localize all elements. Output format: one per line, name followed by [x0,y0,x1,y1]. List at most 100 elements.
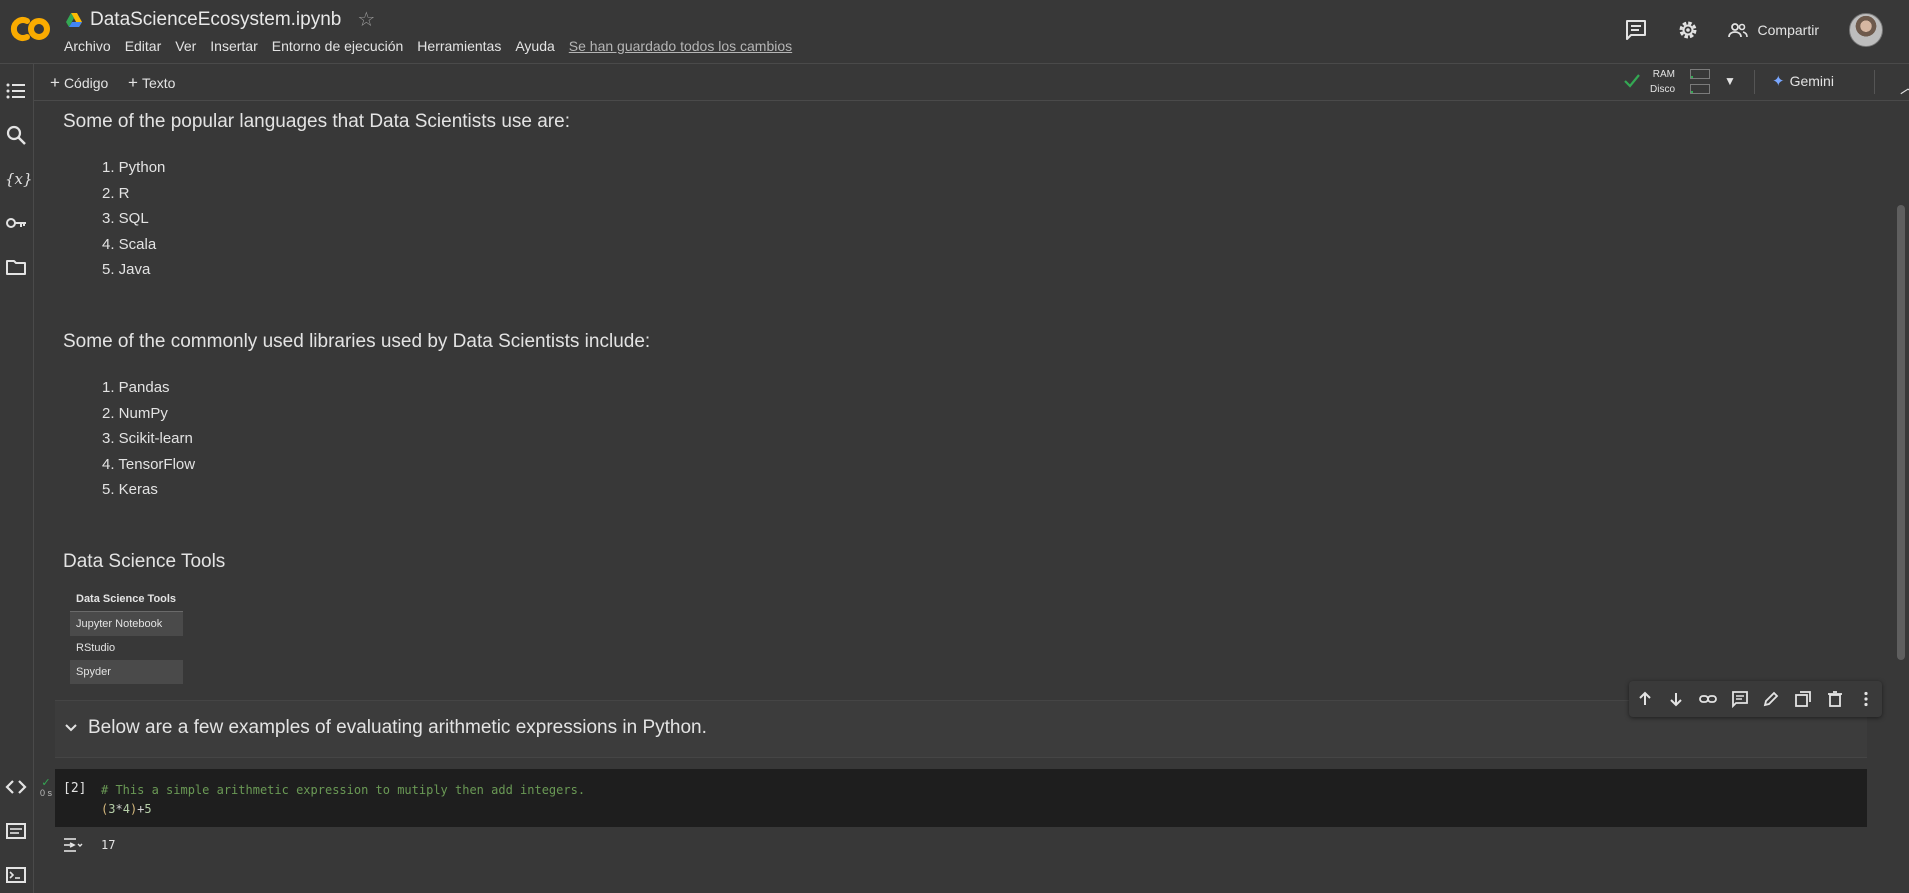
link-icon[interactable] [1699,690,1717,708]
ram-usage-bar [1690,69,1710,79]
table-row: Spyder [70,660,183,684]
collapse-header-chevron-up-icon[interactable]: ︿ [1900,74,1909,98]
star-icon[interactable]: ☆ [357,10,375,30]
list-item: 1. Python [102,159,166,176]
data-science-tools-table: Data Science Tools Jupyter Notebook RStu… [70,587,183,684]
notebook-title[interactable]: DataScienceEcosystem.ipynb [90,9,341,31]
table-row: Jupyter Notebook [70,611,183,636]
code-token: 5 [144,802,152,816]
list-item: 5. Java [102,261,151,279]
table-header-cell: Data Science Tools [70,587,183,612]
table-of-contents-icon[interactable] [5,80,27,102]
gemini-button[interactable]: ✦ Gemini [1772,72,1834,90]
gemini-sparkle-icon: ✦ [1772,73,1785,90]
list-item: 4. TensorFlow [102,455,196,473]
code-text[interactable]: # This a simple arithmetic expression to… [101,781,585,819]
notebook-toolbar: +Código +Texto RAM Disco ▼ ✦ Gemini ︿ [34,64,1909,101]
notebook-content: Some of the popular languages that Data … [34,101,1889,893]
execution-count[interactable]: [2] [63,781,86,796]
ram-label: RAM [1652,69,1676,80]
execution-time: 0 s [39,788,52,798]
table-cell: Jupyter Notebook [70,611,183,636]
header-bar: DataScienceEcosystem.ipynb ☆ Archivo Edi… [0,0,1909,64]
share-button[interactable]: Compartir [1727,20,1819,40]
menu-entorno[interactable]: Entorno de ejecución [272,38,404,54]
resource-monitor[interactable]: RAM Disco [1650,67,1675,97]
variables-icon[interactable]: {x} [5,168,33,190]
add-comment-icon[interactable] [1731,690,1749,708]
vertical-scrollbar[interactable] [1897,205,1905,660]
code-comment-line: # This a simple arithmetic expression to… [101,783,586,797]
table-row: RStudio [70,636,183,660]
menu-ayuda[interactable]: Ayuda [515,38,554,54]
menu-editar[interactable]: Editar [125,38,162,54]
list-item: 3. SQL [102,210,149,228]
execution-status: ✓ 0 s [36,777,56,799]
add-code-button[interactable]: + Código [50,73,108,93]
selected-text-cell[interactable]: Below are a few examples of evaluating a… [55,700,1867,758]
libraries-heading: Some of the commonly used libraries used… [63,331,651,352]
header-actions: Compartir [1624,10,1909,50]
mirror-cell-icon[interactable] [1794,690,1812,708]
list-item: 4. Scala [102,235,157,253]
delete-trash-icon[interactable] [1826,690,1844,708]
languages-list: 1. Python 2. R 3. SQL 4. Scala 5. Java [102,155,165,283]
search-icon[interactable] [5,124,27,146]
tools-heading: Data Science Tools [63,551,226,572]
cell-toolbar [1629,681,1882,717]
disk-usage-bar [1690,84,1710,94]
menu-archivo[interactable]: Archivo [64,38,111,54]
terminal-icon[interactable] [5,864,27,886]
toolbar-divider [1754,70,1755,94]
code-snippets-icon[interactable] [5,776,27,798]
cell-output: 17 [101,838,116,852]
list-item: 5. Keras [102,481,158,499]
table-cell: Spyder [70,660,183,684]
command-palette-icon[interactable] [5,820,27,842]
add-text-button[interactable]: + Texto [128,73,175,93]
left-sidebar: {x} [0,64,34,893]
more-options-icon[interactable] [1857,690,1875,708]
edit-pencil-icon[interactable] [1762,690,1780,708]
connected-check-icon[interactable] [1622,71,1642,91]
comments-icon[interactable] [1624,18,1648,42]
runtime-dropdown-icon[interactable]: ▼ [1724,74,1736,88]
output-actions-icon[interactable] [62,835,84,855]
gemini-label: Gemini [1789,73,1834,89]
colab-logo-icon[interactable] [8,12,52,46]
list-item: 3. Scikit-learn [102,430,193,448]
user-avatar[interactable] [1849,13,1883,47]
code-token: * [115,802,123,816]
list-item: 2. NumPy [102,404,168,422]
execution-check-icon: ✓ [41,777,51,789]
menu-herramientas[interactable]: Herramientas [417,38,501,54]
share-label: Compartir [1757,22,1819,38]
add-code-label: Código [63,75,109,91]
move-cell-up-icon[interactable] [1636,690,1654,708]
secrets-key-icon[interactable] [5,212,27,234]
people-icon [1727,23,1748,38]
add-text-label: Texto [141,75,176,91]
list-item: 2. R [102,184,130,202]
list-item: 1. Pandas [102,379,170,396]
table-header-row: Data Science Tools [70,587,183,612]
settings-gear-icon[interactable] [1676,18,1700,42]
code-expression-line: (3*4)+5 [101,800,585,819]
move-cell-down-icon[interactable] [1667,690,1685,708]
libraries-list: 1. Pandas 2. NumPy 3. Scikit-learn 4. Te… [102,375,195,503]
languages-heading: Some of the popular languages that Data … [63,111,570,132]
google-drive-icon[interactable] [66,12,82,28]
collapse-section-chevron-down-icon[interactable] [63,720,79,736]
plus-icon: + [128,73,138,92]
toolbar-divider [1874,70,1875,94]
save-status-link[interactable]: Se han guardado todos los cambios [569,38,792,54]
menu-bar: Archivo Editar Ver Insertar Entorno de e… [64,38,806,54]
title-row: DataScienceEcosystem.ipynb ☆ [66,8,375,32]
menu-ver[interactable]: Ver [175,38,196,54]
menu-insertar[interactable]: Insertar [210,38,257,54]
table-cell: RStudio [76,642,116,654]
arithmetic-heading: Below are a few examples of evaluating a… [88,717,707,738]
folder-icon[interactable] [5,256,27,278]
code-token: 4 [122,802,130,816]
plus-icon: + [50,73,60,92]
